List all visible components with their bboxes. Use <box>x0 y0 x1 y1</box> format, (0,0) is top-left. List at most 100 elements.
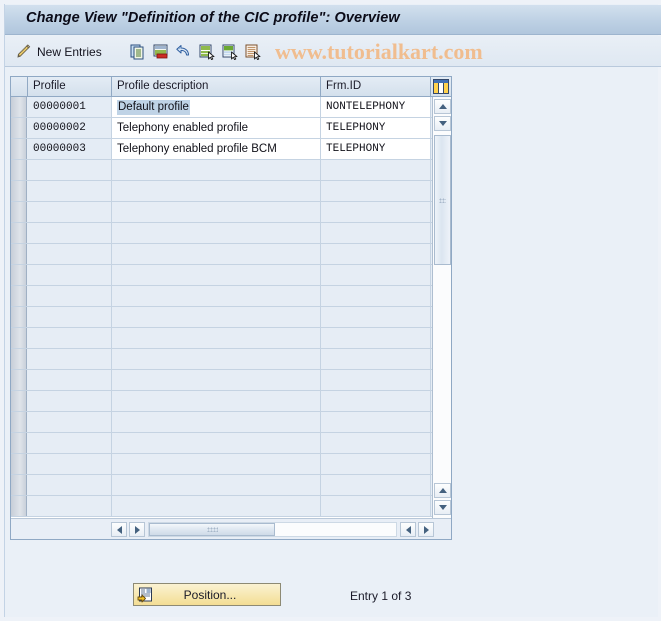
table-row[interactable] <box>11 307 451 328</box>
position-button[interactable]: Position... <box>133 583 281 606</box>
table-row[interactable] <box>11 223 451 244</box>
cell-profile[interactable] <box>28 496 112 516</box>
row-select-cell[interactable] <box>11 328 27 348</box>
cell-profile[interactable] <box>28 286 112 306</box>
delete-icon[interactable] <box>152 43 169 60</box>
scroll-down-button-top[interactable] <box>434 116 451 131</box>
cell-description[interactable] <box>112 265 321 285</box>
row-select-cell[interactable] <box>11 181 27 201</box>
table-row[interactable] <box>11 244 451 265</box>
cell-description[interactable]: Default profile <box>112 97 321 117</box>
column-header-profile[interactable]: Profile <box>28 77 112 96</box>
row-select-cell[interactable] <box>11 97 27 117</box>
cell-frm-id[interactable] <box>321 370 431 390</box>
select-all-column-header[interactable] <box>11 77 28 96</box>
cell-profile[interactable] <box>28 307 112 327</box>
cell-profile[interactable] <box>28 265 112 285</box>
cell-frm-id[interactable] <box>321 307 431 327</box>
table-row[interactable] <box>11 412 451 433</box>
cell-description[interactable]: Telephony enabled profile <box>112 118 321 138</box>
new-entries-button[interactable]: New Entries <box>37 36 102 67</box>
cell-description[interactable] <box>112 223 321 243</box>
cell-description[interactable] <box>112 370 321 390</box>
scroll-right-button-1[interactable] <box>129 522 145 537</box>
row-select-cell[interactable] <box>11 454 27 474</box>
cell-frm-id[interactable] <box>321 244 431 264</box>
table-row[interactable] <box>11 328 451 349</box>
cell-frm-id[interactable] <box>321 202 431 222</box>
table-row[interactable] <box>11 391 451 412</box>
cell-frm-id[interactable] <box>321 433 431 453</box>
cell-description[interactable] <box>112 391 321 411</box>
row-select-cell[interactable] <box>11 202 27 222</box>
cell-frm-id[interactable] <box>321 328 431 348</box>
cell-profile[interactable] <box>28 475 112 495</box>
cell-frm-id[interactable] <box>321 412 431 432</box>
cell-description[interactable] <box>112 475 321 495</box>
row-select-cell[interactable] <box>11 391 27 411</box>
cell-profile[interactable]: 00000003 <box>28 139 112 159</box>
cell-description[interactable]: Telephony enabled profile BCM <box>112 139 321 159</box>
row-select-cell[interactable] <box>11 223 27 243</box>
table-row[interactable]: 00000001 Default profile NONTELEPHONY <box>11 97 451 118</box>
scroll-down-button-bottom[interactable] <box>434 500 451 515</box>
cell-frm-id[interactable] <box>321 265 431 285</box>
scroll-left-button-2[interactable] <box>400 522 416 537</box>
row-select-cell[interactable] <box>11 433 27 453</box>
cell-frm-id[interactable] <box>321 286 431 306</box>
select-block-icon[interactable] <box>221 43 238 60</box>
row-select-cell[interactable] <box>11 118 27 138</box>
row-select-cell[interactable] <box>11 370 27 390</box>
cell-frm-id[interactable] <box>321 391 431 411</box>
row-select-cell[interactable] <box>11 475 27 495</box>
deselect-all-icon[interactable] <box>244 43 261 60</box>
cell-description[interactable] <box>112 181 321 201</box>
cell-description[interactable] <box>112 328 321 348</box>
row-select-cell[interactable] <box>11 307 27 327</box>
vertical-scrollbar-thumb[interactable] <box>434 135 451 265</box>
cell-profile[interactable] <box>28 181 112 201</box>
cell-frm-id[interactable]: TELEPHONY <box>321 118 431 138</box>
row-select-cell[interactable] <box>11 139 27 159</box>
row-select-cell[interactable] <box>11 286 27 306</box>
cell-frm-id[interactable] <box>321 160 431 180</box>
row-select-cell[interactable] <box>11 244 27 264</box>
cell-description[interactable] <box>112 349 321 369</box>
scroll-left-button-1[interactable] <box>111 522 127 537</box>
table-row[interactable] <box>11 454 451 475</box>
select-all-icon[interactable] <box>198 43 215 60</box>
table-row[interactable] <box>11 181 451 202</box>
scroll-right-button-2[interactable] <box>418 522 434 537</box>
cell-description[interactable] <box>112 286 321 306</box>
table-row[interactable] <box>11 496 451 517</box>
copy-as-icon[interactable] <box>129 43 146 60</box>
cell-description[interactable] <box>112 412 321 432</box>
cell-frm-id[interactable] <box>321 223 431 243</box>
cell-frm-id[interactable] <box>321 181 431 201</box>
cell-profile[interactable] <box>28 349 112 369</box>
cell-profile[interactable] <box>28 244 112 264</box>
cell-description[interactable] <box>112 202 321 222</box>
undo-icon[interactable] <box>175 43 192 60</box>
cell-description[interactable] <box>112 160 321 180</box>
table-row[interactable] <box>11 475 451 496</box>
cell-frm-id[interactable]: NONTELEPHONY <box>321 97 431 117</box>
cell-frm-id[interactable] <box>321 349 431 369</box>
cell-profile[interactable]: 00000002 <box>28 118 112 138</box>
cell-frm-id[interactable]: TELEPHONY <box>321 139 431 159</box>
cell-description[interactable] <box>112 433 321 453</box>
cell-profile[interactable] <box>28 454 112 474</box>
column-settings-button[interactable] <box>431 77 451 96</box>
row-select-cell[interactable] <box>11 265 27 285</box>
row-select-cell[interactable] <box>11 412 27 432</box>
table-row[interactable]: 00000002 Telephony enabled profile TELEPHO… <box>11 118 451 139</box>
cell-description[interactable] <box>112 496 321 516</box>
row-select-cell[interactable] <box>11 349 27 369</box>
cell-profile[interactable] <box>28 391 112 411</box>
cell-frm-id[interactable] <box>321 475 431 495</box>
column-header-frm-id[interactable]: Frm.ID <box>321 77 431 96</box>
cell-description[interactable] <box>112 244 321 264</box>
table-horizontal-scrollbar[interactable] <box>11 518 451 539</box>
scroll-up-button-top[interactable] <box>434 99 451 114</box>
scroll-up-button-bottom[interactable] <box>434 483 451 498</box>
